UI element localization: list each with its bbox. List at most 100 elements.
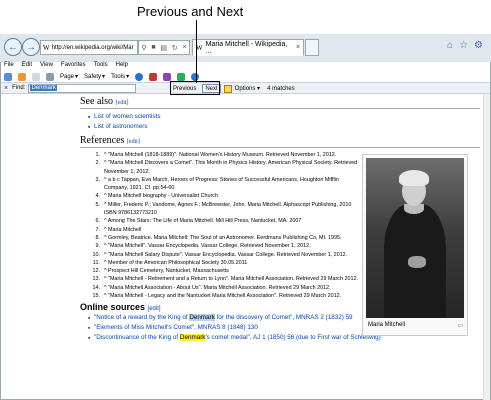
tab-label: Maria Mitchell - Wikipedia, ... — [205, 40, 288, 55]
reference-number: 3. — [95, 176, 101, 183]
edit-link[interactable]: [edit] — [148, 306, 161, 312]
address-tools: ⚲ ■ ▤ ↻ × — [138, 40, 190, 55]
see-also-link[interactable]: List of women scientists — [94, 113, 161, 120]
command-bar: Page ▾ Safety ▾ Tools ▾ — [1, 71, 490, 82]
feeds-icon[interactable] — [18, 72, 26, 81]
reference-item: 1. ^ "Maria Mitchell (1818-1889)". Nation… — [94, 151, 364, 159]
image-caption: Maria Mitchell — [368, 322, 406, 328]
reference-number: 5. — [95, 201, 101, 208]
reference-text[interactable]: ^ "Maria Mitchell Salary Dispute". Vassa… — [104, 252, 347, 258]
source-link[interactable]: "Elements of Miss Mitchell's Comet", MNR… — [94, 324, 258, 331]
menu-edit[interactable]: Edit — [22, 62, 32, 71]
reference-text[interactable]: ^ Member of the American Philosophical S… — [104, 260, 247, 266]
edit-link[interactable]: [edit] — [116, 100, 129, 106]
tools-menu[interactable]: Tools ▾ — [111, 73, 130, 81]
close-tab-icon[interactable]: × — [296, 44, 300, 51]
help-icon[interactable] — [135, 72, 144, 81]
reference-number: 9. — [95, 243, 101, 250]
address-bar[interactable]: W http://en.wikipedia.org/wiki/Mar — [40, 40, 138, 55]
references-heading: References [edit] — [80, 135, 480, 148]
find-bar: × Find: Denmark Previous Next Options ▾ … — [1, 81, 490, 95]
highlight-icon[interactable] — [223, 84, 232, 93]
source-link[interactable]: "Discontinuance of the King of — [94, 334, 180, 341]
gear-icon[interactable]: ⚙ — [474, 40, 483, 51]
find-input[interactable]: Denmark — [28, 83, 137, 93]
new-tab-button[interactable] — [305, 39, 319, 56]
portrait-thumbnail: Maria Mitchell ▭ — [362, 154, 468, 336]
options-label: Options — [234, 86, 256, 92]
reference-text[interactable]: ^ "Maria Mitchell Discovers a Comet". Th… — [104, 160, 357, 174]
forward-arrow-icon: → — [26, 41, 36, 53]
source-link-rest[interactable]: for the discovery of Comet", MNRAS 2 (18… — [215, 314, 353, 321]
source-link[interactable]: "Notice of a reward by the King of — [94, 314, 189, 321]
reference-text[interactable]: ^ "Maria Mitchell (1818-1889)". National… — [104, 152, 336, 158]
menu-file[interactable]: File — [4, 62, 14, 71]
callout-pointer-line — [196, 20, 197, 83]
reference-text[interactable]: ^ Prospect Hill Cemetery, Nantucket, Mas… — [104, 268, 229, 274]
page-menu[interactable]: Page ▾ — [60, 73, 78, 81]
home-page-icon[interactable] — [4, 72, 12, 81]
enlarge-icon[interactable]: ▭ — [457, 322, 463, 329]
tab-maria-mitchell[interactable]: W Maria Mitchell - Wikipedia, ... × — [192, 39, 304, 56]
home-icon[interactable]: ⌂ — [447, 40, 453, 51]
reference-number: 4. — [95, 193, 101, 200]
menu-view[interactable]: View — [40, 62, 53, 71]
reference-item: 14. ^ "Maria Mitchell Association - About… — [93, 284, 364, 292]
reference-item: 5. ^ Miller, Frederic P.; Vandome, Agnes … — [94, 201, 364, 218]
back-button[interactable]: ← — [4, 38, 22, 56]
safety-menu[interactable]: Safety ▾ — [84, 73, 105, 81]
vertical-scrollbar[interactable] — [483, 94, 490, 400]
menu-help[interactable]: Help — [116, 62, 128, 71]
tools-menu-label: Tools — [111, 73, 126, 80]
reference-text[interactable]: ^ Maria Mitchell — [104, 227, 141, 233]
reference-item: 9. ^ "Maria Mitchell". Vassar Encyclopedi… — [94, 242, 364, 250]
find-match-highlight: Denmark — [189, 314, 215, 322]
reference-text[interactable]: ^ "Maria Mitchell - Legacy and the Nantu… — [104, 293, 341, 299]
options-menu[interactable]: Options ▾ — [235, 85, 260, 92]
menu-bar: File Edit View Favorites Tools Help — [1, 62, 490, 71]
chevron-down-icon: ▾ — [126, 74, 130, 80]
addon-icon[interactable] — [149, 72, 158, 81]
window-icons: ⌂ ☆ ⚙ — [447, 40, 483, 51]
print-icon[interactable] — [46, 72, 54, 81]
reference-text[interactable]: ^ Maria Mitchell biography - Universalis… — [104, 193, 218, 199]
forward-button[interactable]: → — [22, 38, 40, 56]
reference-number: 8. — [95, 234, 101, 241]
reference-text[interactable]: ^ "Maria Mitchell". Vassar Encyclopedia.… — [104, 243, 311, 249]
source-link-rest[interactable]: 's comet medal", AJ 1 (1850) 56 (due to … — [205, 334, 380, 341]
addon-icon[interactable] — [163, 72, 172, 81]
lock-icon[interactable]: ■ — [151, 44, 155, 51]
article-content: See also [edit] List of women scientists… — [80, 94, 480, 400]
menu-favorites[interactable]: Favorites — [61, 62, 86, 71]
search-icon[interactable]: ⚲ — [141, 44, 146, 52]
reference-text[interactable]: ^ Among The Stars: The Life of Maria Mit… — [104, 218, 301, 224]
address-url: http://en.wikipedia.org/wiki/Mar — [51, 44, 134, 51]
reference-number: 10. — [92, 251, 101, 258]
menu-tools[interactable]: Tools — [94, 62, 108, 71]
reference-text[interactable]: ^ "Maria Mitchell - Retirement and a Ret… — [104, 276, 358, 282]
references-list: 1. ^ "Maria Mitchell (1818-1889)". Nation… — [93, 151, 364, 300]
reference-number: 11. — [92, 259, 100, 266]
reference-item: 11. ^ Member of the American Philosophica… — [93, 259, 364, 267]
refresh-icon[interactable]: ↻ — [172, 44, 178, 52]
stop-icon[interactable]: × — [182, 44, 186, 51]
reference-item: 7. ^ Maria Mitchell — [94, 226, 364, 234]
compatibility-icon[interactable]: ▤ — [160, 44, 167, 52]
edit-link[interactable]: [edit] — [127, 139, 140, 145]
reference-text[interactable]: ^ Gormley, Beatrice. Maria Mitchell: The… — [104, 235, 342, 241]
favorites-star-icon[interactable]: ☆ — [459, 40, 468, 51]
reference-number: 15. — [92, 293, 101, 300]
mail-icon[interactable] — [32, 72, 40, 81]
see-also-link[interactable]: List of astronomers — [94, 123, 148, 130]
portrait-photo[interactable] — [366, 158, 464, 318]
back-arrow-icon: ← — [8, 41, 18, 53]
online-sources-title: Online sources — [80, 302, 146, 313]
photo-figure-hand — [408, 256, 426, 268]
reference-text[interactable]: ^ "Maria Mitchell Association - About Us… — [104, 285, 331, 291]
reference-number: 12. — [92, 268, 101, 275]
find-label: Find: — [12, 85, 26, 91]
reference-text[interactable]: ^ Miller, Frederic P.; Vandome, Agnes F.… — [104, 202, 351, 216]
addon-icon[interactable] — [177, 72, 186, 81]
reference-text[interactable]: ^ a b c Tappan, Eva March, Heroes of Pro… — [104, 177, 339, 191]
close-find-icon[interactable]: × — [4, 85, 8, 92]
